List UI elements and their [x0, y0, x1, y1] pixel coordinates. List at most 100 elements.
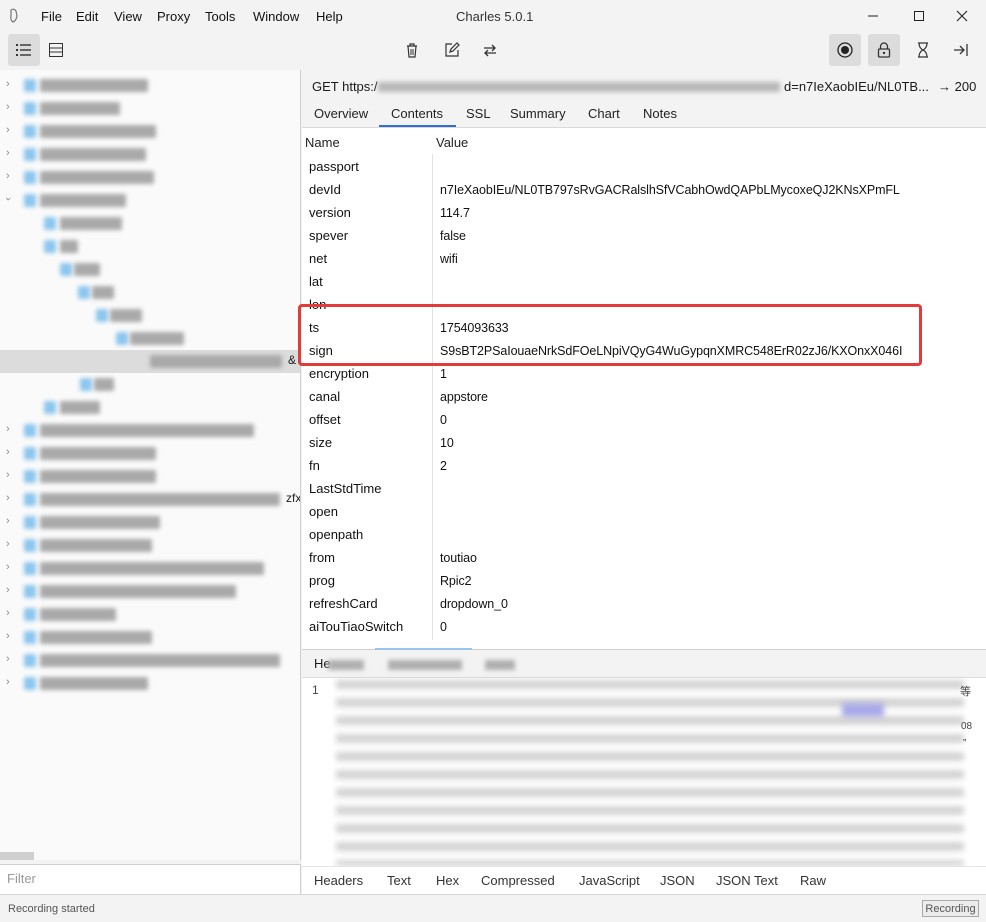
menu-window[interactable]: Window	[253, 9, 299, 24]
chevron-right-icon[interactable]: ›	[6, 446, 10, 458]
horizontal-scrollbar[interactable]	[0, 852, 34, 860]
param-value[interactable]: Rpic2	[440, 574, 472, 588]
param-value[interactable]: n7IeXaobIEu/NL0TB797sRvGACRalslhSfVCabhO…	[440, 183, 900, 197]
tree-row-selected[interactable]: &	[0, 350, 300, 373]
chevron-right-icon[interactable]: ›	[6, 561, 10, 573]
filter-input[interactable]	[0, 864, 301, 894]
tree-row[interactable]: ›	[0, 465, 300, 488]
tree-row[interactable]	[0, 304, 300, 327]
param-name[interactable]: from	[309, 550, 335, 565]
param-name[interactable]: devId	[309, 182, 341, 197]
body-tab-obscured[interactable]	[485, 660, 515, 670]
param-name[interactable]: size	[309, 435, 332, 450]
repeat-icon[interactable]	[474, 34, 506, 66]
tree-row[interactable]	[0, 373, 300, 396]
menu-proxy[interactable]: Proxy	[157, 9, 190, 24]
structure-view-icon[interactable]	[8, 34, 40, 66]
chevron-down-icon[interactable]: ›	[2, 197, 14, 201]
column-header-name[interactable]: Name	[305, 135, 340, 150]
tree-row[interactable]: ›	[0, 649, 300, 672]
chevron-right-icon[interactable]: ›	[6, 584, 10, 596]
param-name[interactable]: open	[309, 504, 338, 519]
tree-row[interactable]	[0, 281, 300, 304]
maximize-icon[interactable]	[899, 4, 939, 28]
tree-row[interactable]: ›	[0, 120, 300, 143]
param-value[interactable]: false	[440, 229, 466, 243]
tree-row[interactable]	[0, 235, 300, 258]
tree-row[interactable]: ›	[0, 534, 300, 557]
structure-tree[interactable]: › › › › › › & › › › › zfx › › › › › › › ›	[0, 70, 301, 860]
param-value[interactable]: toutiao	[440, 551, 477, 565]
tree-row[interactable]: ›	[0, 511, 300, 534]
tree-row[interactable]: ›	[0, 419, 300, 442]
sequence-view-icon[interactable]	[40, 34, 72, 66]
param-value[interactable]: 2	[440, 459, 447, 473]
tree-row[interactable]: ›	[0, 442, 300, 465]
chevron-right-icon[interactable]: ›	[6, 607, 10, 619]
tab-summary[interactable]: Summary	[510, 106, 566, 121]
chevron-right-icon[interactable]: ›	[6, 653, 10, 665]
param-name[interactable]: LastStdTime	[309, 481, 382, 496]
body-tab-obscured[interactable]	[388, 660, 462, 670]
tree-row[interactable]: ›	[0, 97, 300, 120]
trash-icon[interactable]	[396, 34, 428, 66]
chevron-right-icon[interactable]: ›	[6, 469, 10, 481]
minimize-icon[interactable]	[853, 4, 893, 28]
param-name[interactable]: refreshCard	[309, 596, 378, 611]
tree-row[interactable]: ›	[0, 189, 300, 212]
tree-row[interactable]: ›	[0, 626, 300, 649]
tree-row[interactable]	[0, 396, 300, 419]
edit-icon[interactable]	[436, 34, 468, 66]
tree-row[interactable]: ›	[0, 166, 300, 189]
param-name[interactable]: aiTouTiaoSwitch	[309, 619, 403, 634]
chevron-right-icon[interactable]: ›	[6, 147, 10, 159]
tree-row[interactable]: ›	[0, 672, 300, 695]
menu-view[interactable]: View	[114, 9, 142, 24]
tab-text[interactable]: Text	[387, 873, 411, 888]
tab-json-text[interactable]: JSON Text	[716, 873, 778, 888]
menu-file[interactable]: File	[41, 9, 62, 24]
chevron-right-icon[interactable]: ›	[6, 492, 10, 504]
tab-chart[interactable]: Chart	[588, 106, 620, 121]
param-name[interactable]: passport	[309, 159, 359, 174]
record-icon[interactable]	[829, 34, 861, 66]
param-value[interactable]: wifi	[440, 252, 458, 266]
param-name[interactable]: version	[309, 205, 351, 220]
param-name[interactable]: canal	[309, 389, 340, 404]
tab-overview[interactable]: Overview	[314, 106, 368, 121]
chevron-right-icon[interactable]: ›	[6, 630, 10, 642]
chevron-right-icon[interactable]: ›	[6, 78, 10, 90]
tab-contents[interactable]: Contents	[391, 106, 443, 121]
param-name[interactable]: openpath	[309, 527, 363, 542]
chevron-right-icon[interactable]: ›	[6, 538, 10, 550]
menu-edit[interactable]: Edit	[76, 9, 98, 24]
lock-icon[interactable]	[868, 34, 900, 66]
param-name[interactable]: prog	[309, 573, 335, 588]
close-icon[interactable]	[942, 4, 982, 28]
body-tab-obscured[interactable]	[328, 660, 364, 670]
chevron-right-icon[interactable]: ›	[6, 124, 10, 136]
tab-javascript[interactable]: JavaScript	[579, 873, 640, 888]
tree-row[interactable]: ›	[0, 557, 300, 580]
chevron-right-icon[interactable]: ›	[6, 423, 10, 435]
tab-ssl[interactable]: SSL	[466, 106, 491, 121]
param-value[interactable]: 0	[440, 620, 447, 634]
tree-row[interactable]	[0, 258, 300, 281]
throttle-icon[interactable]	[907, 34, 939, 66]
param-name[interactable]: offset	[309, 412, 341, 427]
param-value[interactable]: dropdown_0	[440, 597, 508, 611]
tab-raw[interactable]: Raw	[800, 873, 826, 888]
tree-row[interactable]: ›	[0, 74, 300, 97]
param-name[interactable]: spever	[309, 228, 348, 243]
tree-row[interactable]: › zfx	[0, 488, 300, 511]
param-name[interactable]: net	[309, 251, 327, 266]
tree-row[interactable]	[0, 327, 300, 350]
param-value[interactable]: 0	[440, 413, 447, 427]
param-value[interactable]: 114.7	[440, 206, 470, 220]
tree-row[interactable]: ›	[0, 603, 300, 626]
tree-row[interactable]: ›	[0, 143, 300, 166]
menu-help[interactable]: Help	[316, 9, 343, 24]
tree-row[interactable]: ›	[0, 580, 300, 603]
chevron-right-icon[interactable]: ›	[6, 515, 10, 527]
tab-hex[interactable]: Hex	[436, 873, 459, 888]
